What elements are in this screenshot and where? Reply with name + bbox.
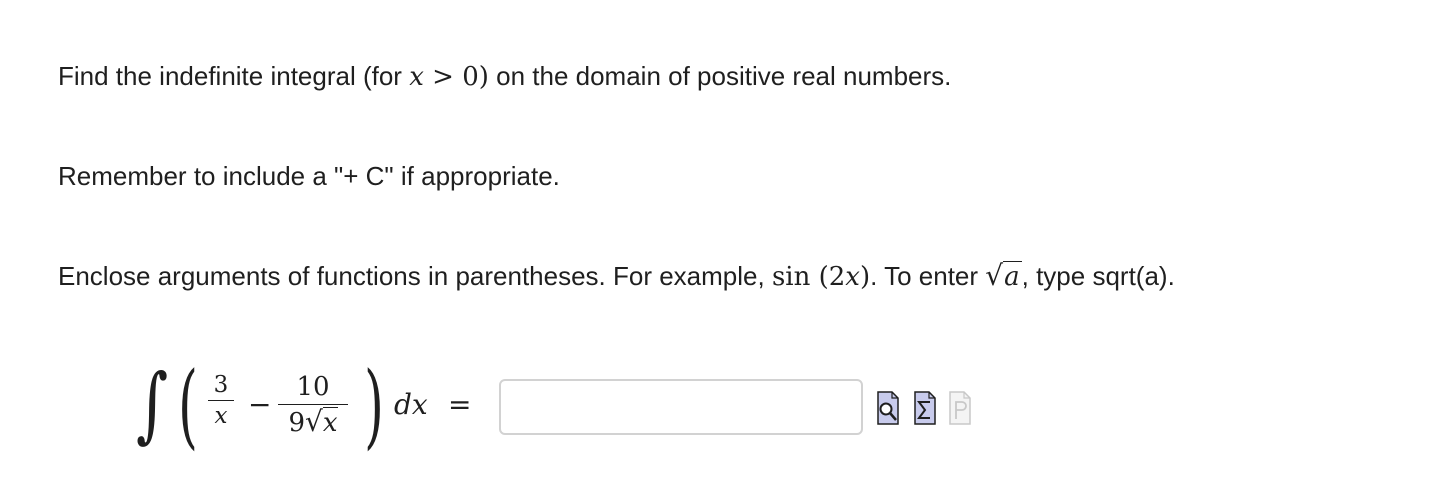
frac2-numerator: 10 <box>296 372 330 402</box>
paste-icon[interactable] <box>948 391 972 425</box>
instruction-domain-suffix: on the domain of positive real numbers. <box>488 61 952 91</box>
math-close-paren: ) <box>859 262 871 292</box>
fraction-bar <box>208 400 234 401</box>
frac1-denominator: x <box>214 403 228 429</box>
left-paren: ( <box>178 352 198 459</box>
frac1-numerator: 3 <box>213 372 229 398</box>
math-zero: 0) <box>462 62 489 92</box>
equals-sign: = <box>448 388 472 421</box>
frac2-denominator: 9√x <box>278 407 348 438</box>
integral-sign-icon: ∫ <box>136 357 169 452</box>
frac2-den-coef: 9 <box>288 408 306 438</box>
fraction-3-over-x: 3 x <box>208 372 234 429</box>
instruction-syntax: Enclose arguments of functions in parent… <box>58 260 1175 293</box>
math-sin: sin <box>771 262 811 292</box>
frac2-den-var: x <box>322 407 338 438</box>
answer-input[interactable] <box>499 379 863 435</box>
instruction-syntax-middle: . To enter <box>870 261 986 291</box>
instruction-syntax-suffix: , type sqrt(a). <box>1021 261 1175 291</box>
math-variable-a: a <box>1003 261 1022 292</box>
math-sqrt-a: √a <box>985 259 1022 293</box>
radical-icon: √ <box>305 405 323 438</box>
right-paren: ) <box>364 352 384 459</box>
math-greater-than: > <box>423 62 463 92</box>
radical-icon: √ <box>985 259 1004 292</box>
preview-icon[interactable] <box>876 391 900 425</box>
equation-editor-icon[interactable] <box>913 391 937 425</box>
fraction-10-over-9sqrtx: 10 9√x <box>278 372 348 438</box>
integral-expression: ∫ ( 3 x − 10 9√x ) dx = <box>130 350 490 470</box>
math-open-paren: (2 <box>810 262 846 292</box>
instruction-constant: Remember to include a "+ C" if appropria… <box>58 161 560 191</box>
instruction-domain-prefix: Find the indefinite integral (for <box>58 61 410 91</box>
instruction-syntax-prefix: Enclose arguments of functions in parent… <box>58 261 772 291</box>
minus-sign: − <box>248 388 272 421</box>
differential-dx: dx <box>394 388 428 421</box>
instruction-domain: Find the indefinite integral (for x > 0)… <box>58 60 951 93</box>
math-variable-x: x <box>409 62 424 92</box>
math-variable-x: x <box>845 262 860 292</box>
